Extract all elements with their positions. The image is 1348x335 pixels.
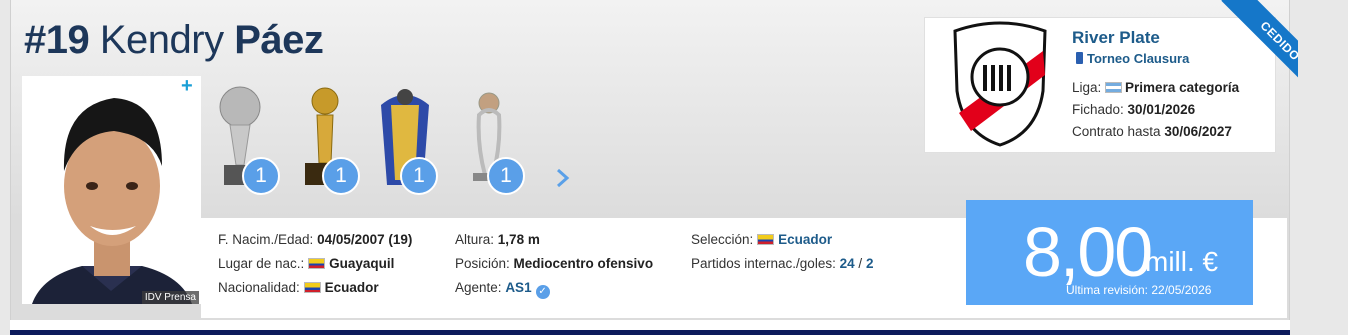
player-number: #19 bbox=[24, 18, 90, 62]
market-value-box[interactable]: 8,00 mill. € Última revisión: 22/05/2026 bbox=[966, 200, 1253, 305]
birth-label: F. Nacim./Edad: bbox=[218, 232, 314, 247]
intl-goals-link[interactable]: 2 bbox=[866, 256, 874, 271]
height-label: Altura: bbox=[455, 232, 495, 247]
intl-row: Partidos internac./goles: 24 / 2 bbox=[691, 252, 873, 276]
competition-link[interactable]: Torneo Clausura bbox=[1076, 51, 1189, 66]
player-first-name: Kendry bbox=[99, 18, 224, 62]
market-value-unit: mill. € bbox=[1145, 246, 1219, 277]
loan-ribbon: CEDIDO bbox=[1200, 0, 1298, 90]
mobile-icon bbox=[1076, 52, 1083, 64]
intl-label: Partidos internac./goles: bbox=[691, 256, 836, 271]
loan-ribbon-label: CEDIDO bbox=[1221, 0, 1298, 90]
player-photo[interactable]: IDV Prensa bbox=[22, 76, 201, 304]
intl-caps-link[interactable]: 24 bbox=[840, 256, 855, 271]
contract-label: Contrato hasta bbox=[1072, 124, 1161, 139]
ecuador-flag-icon bbox=[303, 282, 321, 293]
position-row: Posición: Mediocentro ofensivo bbox=[455, 252, 653, 276]
height-value: 1,78 m bbox=[497, 232, 540, 247]
details-column-2: Altura: 1,78 m Posición: Mediocentro ofe… bbox=[455, 228, 653, 300]
ecuador-flag-icon bbox=[308, 258, 326, 269]
details-column-1: F. Nacim./Edad: 04/05/2007 (19) Lugar de… bbox=[218, 228, 412, 300]
intl-separator: / bbox=[858, 256, 863, 271]
verified-check-icon: ✓ bbox=[535, 285, 550, 299]
trophy-count-badge: 1 bbox=[242, 157, 280, 195]
trophy-count-badge: 1 bbox=[487, 157, 525, 195]
photo-credit: IDV Prensa bbox=[141, 291, 199, 304]
bottom-nav-bar bbox=[10, 320, 1290, 335]
trophy-item[interactable]: 1 bbox=[295, 85, 365, 195]
nationality-row: Nacionalidad: Ecuador bbox=[218, 276, 412, 300]
trophy-count-badge: 1 bbox=[400, 157, 438, 195]
contract-value: 30/06/2027 bbox=[1164, 124, 1232, 139]
nationality-value: Ecuador bbox=[324, 280, 379, 295]
nationality-label: Nacionalidad: bbox=[218, 280, 300, 295]
page-gutter bbox=[1290, 0, 1348, 335]
agent-row: Agente: AS1 ✓ bbox=[455, 276, 653, 300]
birthplace-row: Lugar de nac.: Guayaquil bbox=[218, 252, 412, 276]
trophy-item[interactable]: 1 bbox=[210, 85, 280, 195]
birth-value: 04/05/2007 (19) bbox=[317, 232, 413, 247]
market-value-amount: 8,00 bbox=[1023, 213, 1153, 291]
chevron-right-icon[interactable] bbox=[553, 163, 575, 193]
birthplace-label: Lugar de nac.: bbox=[218, 256, 305, 271]
trophy-item[interactable]: 1 bbox=[375, 85, 445, 195]
market-value-update: Última revisión: 22/05/2026 bbox=[1066, 283, 1212, 297]
details-column-3: Selección: Ecuador Partidos internac./go… bbox=[691, 228, 873, 276]
competition-label: Torneo Clausura bbox=[1087, 51, 1190, 66]
contract-row: Contrato hasta 30/06/2027 bbox=[1072, 124, 1232, 139]
trophy-count-badge: 1 bbox=[322, 157, 360, 195]
height-row: Altura: 1,78 m bbox=[455, 228, 653, 252]
national-team-row: Selección: Ecuador bbox=[691, 228, 873, 252]
club-name-link[interactable]: River Plate bbox=[1072, 28, 1160, 48]
nav-strip bbox=[10, 330, 1290, 335]
national-team-label: Selección: bbox=[691, 232, 754, 247]
position-value: Mediocentro ofensivo bbox=[513, 256, 654, 271]
river-plate-crest-icon[interactable] bbox=[947, 21, 1053, 149]
league-label: Liga: bbox=[1072, 80, 1102, 95]
player-last-name: Páez bbox=[234, 18, 324, 62]
joined-row: Fichado: 30/01/2026 bbox=[1072, 102, 1195, 117]
trophy-item[interactable]: 1 bbox=[465, 85, 535, 195]
agent-label: Agente: bbox=[455, 280, 502, 295]
joined-value: 30/01/2026 bbox=[1127, 102, 1196, 117]
argentina-flag-icon bbox=[1105, 82, 1123, 93]
agent-link[interactable]: AS1 bbox=[505, 280, 531, 295]
joined-label: Fichado: bbox=[1072, 102, 1124, 117]
plus-icon[interactable]: + bbox=[181, 76, 193, 96]
birth-row: F. Nacim./Edad: 04/05/2007 (19) bbox=[218, 228, 412, 252]
ecuador-flag-icon bbox=[757, 234, 775, 245]
national-team-link[interactable]: Ecuador bbox=[778, 232, 832, 247]
position-label: Posición: bbox=[455, 256, 510, 271]
birthplace-value: Guayaquil bbox=[329, 256, 395, 271]
player-title: #19 Kendry Páez bbox=[24, 18, 324, 63]
player-portrait-image bbox=[32, 98, 192, 304]
